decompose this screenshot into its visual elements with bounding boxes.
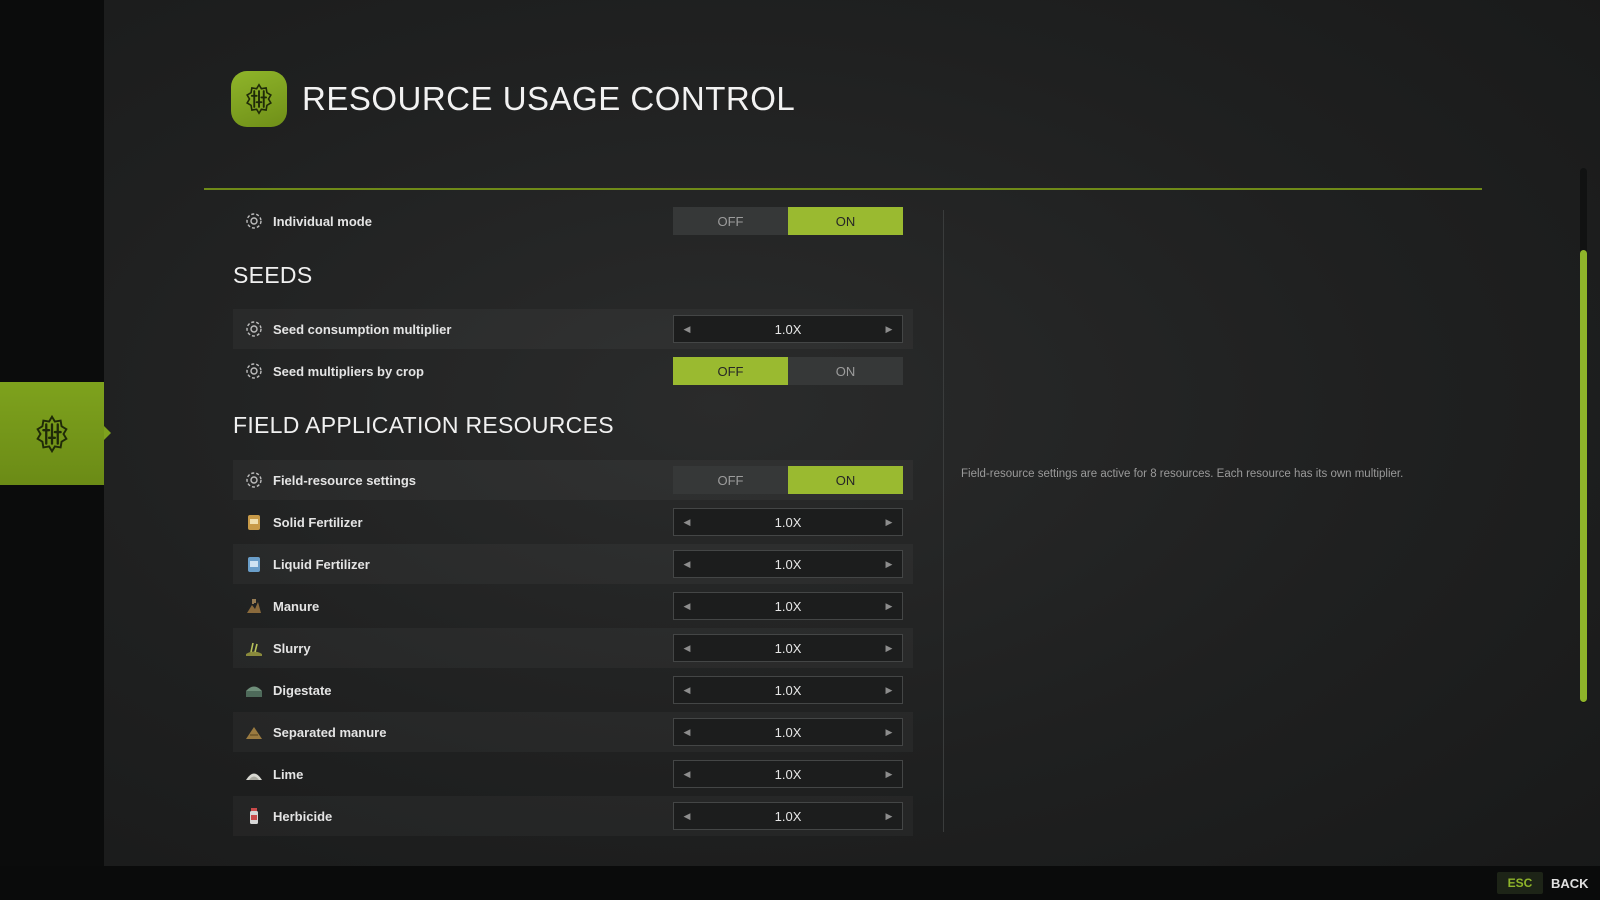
manure-icon	[237, 586, 271, 626]
stepper-value: 1.0X	[774, 682, 802, 698]
stepper-value: 1.0X	[774, 514, 802, 530]
stepper-right-arrow-icon[interactable]: ▶	[876, 316, 902, 342]
seed-by-crop-toggle[interactable]: OFF ON	[673, 357, 903, 385]
slurry-stepper[interactable]: ◀ 1.0X ▶	[673, 634, 903, 662]
gear-icon	[237, 460, 271, 500]
stepper-right-arrow-icon[interactable]: ▶	[876, 635, 902, 661]
resource-label: Liquid Fertilizer	[273, 556, 370, 572]
page-icon	[231, 71, 287, 127]
stepper-left-arrow-icon[interactable]: ◀	[674, 803, 700, 829]
lime-icon	[237, 754, 271, 794]
rail-tab-resource-control[interactable]	[0, 382, 104, 485]
digestate-icon	[237, 670, 271, 710]
stepper-right-arrow-icon[interactable]: ▶	[876, 593, 902, 619]
resource-label: Herbicide	[273, 808, 333, 824]
slurry-icon	[237, 628, 271, 668]
sliders-gear-icon	[36, 414, 68, 453]
resource-label: Slurry	[273, 640, 311, 656]
liquid-fertilizer-stepper[interactable]: ◀ 1.0X ▶	[673, 550, 903, 578]
scrollbar-thumb[interactable]	[1580, 250, 1587, 702]
stepper-value: 1.0X	[774, 556, 802, 572]
solid-fertilizer-icon	[237, 502, 271, 542]
gear-icon	[237, 309, 271, 349]
digestate-stepper[interactable]: ◀ 1.0X ▶	[673, 676, 903, 704]
stepper-value: 1.0X	[774, 724, 802, 740]
stepper-right-arrow-icon[interactable]: ▶	[876, 761, 902, 787]
individual-mode-toggle[interactable]: OFF ON	[673, 207, 903, 235]
stepper-right-arrow-icon[interactable]: ▶	[876, 719, 902, 745]
manure-stepper[interactable]: ◀ 1.0X ▶	[673, 592, 903, 620]
field-settings-off-option[interactable]: OFF	[673, 466, 788, 494]
rail-tab-pointer	[104, 426, 111, 440]
sliders-gear-icon	[246, 83, 272, 115]
seed-by-crop-off-option[interactable]: OFF	[673, 357, 788, 385]
back-button[interactable]: BACK	[1551, 876, 1589, 891]
seed-by-crop-on-option[interactable]: ON	[788, 357, 903, 385]
stepper-right-arrow-icon[interactable]: ▶	[876, 509, 902, 535]
gear-icon	[237, 351, 271, 391]
resource-label: Solid Fertilizer	[273, 514, 363, 530]
esc-key-badge[interactable]: ESC	[1497, 872, 1543, 894]
stepper-left-arrow-icon[interactable]: ◀	[674, 509, 700, 535]
herbicide-icon	[237, 796, 271, 836]
separated-manure-icon	[237, 712, 271, 752]
liquid-fertilizer-icon	[237, 544, 271, 584]
field-settings-label: Field-resource settings	[273, 472, 417, 488]
stepper-left-arrow-icon[interactable]: ◀	[674, 635, 700, 661]
field-settings-on-option[interactable]: ON	[788, 466, 903, 494]
gear-icon	[237, 201, 271, 241]
resource-label: Separated manure	[273, 724, 387, 740]
resource-label: Lime	[273, 766, 304, 782]
stepper-left-arrow-icon[interactable]: ◀	[674, 593, 700, 619]
resource-label: Manure	[273, 598, 320, 614]
stepper-right-arrow-icon[interactable]: ▶	[876, 677, 902, 703]
separated-manure-stepper[interactable]: ◀ 1.0X ▶	[673, 718, 903, 746]
seed-consumption-label: Seed consumption multiplier	[273, 321, 452, 337]
stepper-value: 1.0X	[774, 766, 802, 782]
field-settings-info-text: Field-resource settings are active for 8…	[961, 468, 1404, 480]
stepper-left-arrow-icon[interactable]: ◀	[674, 719, 700, 745]
solid-fertilizer-stepper[interactable]: ◀ 1.0X ▶	[673, 508, 903, 536]
herbicide-stepper[interactable]: ◀ 1.0X ▶	[673, 802, 903, 830]
page-title: RESOURCE USAGE CONTROL	[302, 80, 796, 117]
stepper-value: 1.0X	[774, 640, 802, 656]
seed-by-crop-label: Seed multipliers by crop	[273, 363, 424, 379]
stepper-left-arrow-icon[interactable]: ◀	[674, 761, 700, 787]
stepper-value: 1.0X	[774, 598, 802, 614]
stepper-left-arrow-icon[interactable]: ◀	[674, 316, 700, 342]
seeds-section-title: SEEDS	[233, 262, 313, 288]
individual-mode-on-option[interactable]: ON	[788, 207, 903, 235]
column-divider	[943, 210, 944, 832]
stepper-value: 1.0X	[774, 808, 802, 824]
lime-stepper[interactable]: ◀ 1.0X ▶	[673, 760, 903, 788]
field-section-title: FIELD APPLICATION RESOURCES	[233, 412, 614, 438]
stepper-left-arrow-icon[interactable]: ◀	[674, 551, 700, 577]
individual-mode-off-option[interactable]: OFF	[673, 207, 788, 235]
field-settings-toggle[interactable]: OFF ON	[673, 466, 903, 494]
header-divider	[204, 188, 1482, 190]
stepper-left-arrow-icon[interactable]: ◀	[674, 677, 700, 703]
seed-consumption-stepper[interactable]: ◀ 1.0X ▶	[673, 315, 903, 343]
individual-mode-label: Individual mode	[273, 213, 372, 229]
stepper-right-arrow-icon[interactable]: ▶	[876, 551, 902, 577]
bottom-bar	[0, 866, 1600, 900]
stepper-right-arrow-icon[interactable]: ▶	[876, 803, 902, 829]
resource-label: Digestate	[273, 682, 332, 698]
seed-consumption-value: 1.0X	[774, 321, 802, 337]
